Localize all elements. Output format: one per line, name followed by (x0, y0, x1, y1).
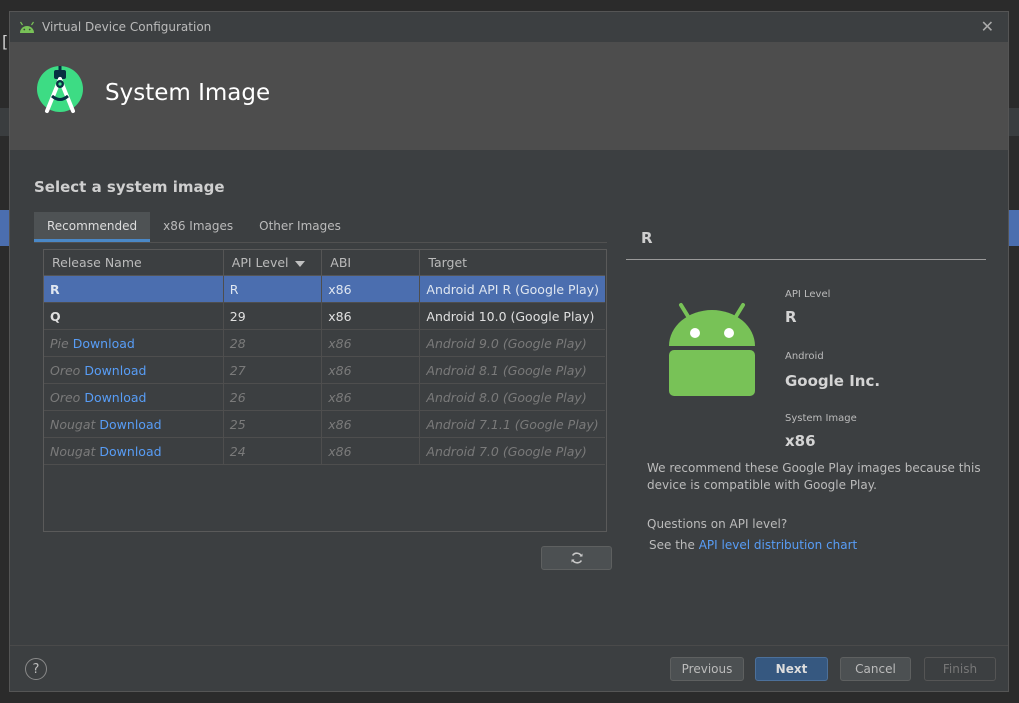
next-button[interactable]: Next (755, 657, 828, 681)
target-cell: Android 9.0 (Google Play) (419, 329, 605, 357)
android-head-icon (20, 21, 34, 33)
abi-cell: x86 (321, 275, 421, 303)
release-name-cell: Nougat Download (44, 437, 224, 465)
abi-cell: x86 (321, 437, 421, 465)
release-name-cell: Oreo Download (44, 356, 224, 384)
abi-cell: x86 (321, 302, 421, 330)
api-chart-line: See the API level distribution chart (649, 538, 857, 552)
image-tabs: Recommended x86 Images Other Images (34, 212, 354, 242)
release-name-cell: Nougat Download (44, 410, 224, 438)
api-level-cell: 25 (223, 410, 323, 438)
api-level-label: API Level (785, 289, 831, 300)
column-header-target[interactable]: Target (419, 250, 605, 276)
target-cell: Android 8.1 (Google Play) (419, 356, 605, 384)
target-cell: Android 7.0 (Google Play) (419, 437, 605, 465)
api-distribution-chart-link[interactable]: API level distribution chart (699, 538, 858, 552)
target-cell: Android 10.0 (Google Play) (419, 302, 605, 330)
download-link[interactable]: Download (73, 336, 135, 351)
table-row[interactable]: R R x86 Android API R (Google Play) (44, 275, 605, 303)
system-image-table[interactable]: Release Name API Level ABI Target R R x8… (43, 249, 607, 532)
refresh-icon (571, 552, 582, 564)
tab-divider (34, 242, 607, 243)
api-level-cell: 26 (223, 383, 323, 411)
api-level-cell: 28 (223, 329, 323, 357)
background-ide-selection (1009, 210, 1019, 246)
tab-recommended[interactable]: Recommended (34, 212, 151, 242)
api-question-label: Questions on API level? (647, 517, 788, 531)
tab-x86-images[interactable]: x86 Images (150, 212, 246, 240)
api-level-cell: R (223, 275, 323, 303)
help-button[interactable]: ? (25, 658, 47, 680)
title-bar[interactable]: Virtual Device Configuration ✕ (10, 12, 1008, 42)
abi-cell: x86 (321, 383, 421, 411)
abi-cell: x86 (321, 356, 421, 384)
api-level-cell: 29 (223, 302, 323, 330)
vendor-label: Android (785, 351, 824, 362)
android-studio-logo-icon (37, 66, 83, 113)
table-header-row: Release Name API Level ABI Target (44, 250, 605, 276)
api-level-cell: 27 (223, 356, 323, 384)
download-link[interactable]: Download (84, 363, 146, 378)
table-row[interactable]: Nougat Download 25 x86 Android 7.1.1 (Go… (44, 410, 605, 438)
abi-cell: x86 (321, 329, 421, 357)
api-level-value: R (785, 308, 797, 326)
release-name-cell: Pie Download (44, 329, 224, 357)
vendor-value: Google Inc. (785, 372, 881, 390)
recommendation-text: We recommend these Google Play images be… (647, 461, 981, 492)
target-cell: Android 7.1.1 (Google Play) (419, 410, 605, 438)
download-link[interactable]: Download (84, 390, 146, 405)
column-header-abi[interactable]: ABI (321, 250, 421, 276)
table-row[interactable]: Oreo Download 26 x86 Android 8.0 (Google… (44, 383, 605, 411)
system-image-value: x86 (785, 432, 816, 450)
close-icon[interactable]: ✕ (981, 17, 994, 36)
table-row[interactable]: Q 29 x86 Android 10.0 (Google Play) (44, 302, 605, 330)
previous-button[interactable]: Previous (670, 657, 744, 681)
android-robot-icon (669, 303, 755, 396)
background-ide-bar (1009, 108, 1019, 136)
release-name-cell: Q (44, 302, 224, 330)
section-title: Select a system image (34, 178, 225, 196)
see-the-text: See the (649, 538, 699, 552)
finish-button: Finish (924, 657, 996, 681)
sort-descending-icon (294, 260, 305, 267)
column-header-release-name[interactable]: Release Name (44, 250, 224, 276)
table-row[interactable]: Oreo Download 27 x86 Android 8.1 (Google… (44, 356, 605, 384)
detail-divider (626, 259, 986, 260)
wizard-header: System Image (10, 42, 1008, 150)
abi-cell: x86 (321, 410, 421, 438)
target-cell: Android API R (Google Play) (419, 275, 605, 303)
window-title: Virtual Device Configuration (42, 20, 212, 34)
background-ide-fragment: [ (2, 32, 9, 51)
download-link[interactable]: Download (99, 417, 161, 432)
column-header-api-level[interactable]: API Level (223, 250, 323, 276)
table-row[interactable]: Nougat Download 24 x86 Android 7.0 (Goog… (44, 437, 605, 465)
release-name-cell: R (44, 275, 224, 303)
download-link[interactable]: Download (99, 444, 161, 459)
virtual-device-configuration-dialog: Virtual Device Configuration ✕ System Im… (9, 11, 1009, 692)
footer-divider (10, 645, 1008, 646)
system-image-label: System Image (785, 413, 857, 424)
refresh-button[interactable] (541, 546, 612, 570)
cancel-button[interactable]: Cancel (840, 657, 911, 681)
tab-other-images[interactable]: Other Images (246, 212, 354, 240)
release-name-cell: Oreo Download (44, 383, 224, 411)
detail-heading: R (641, 229, 653, 247)
table-row[interactable]: Pie Download 28 x86 Android 9.0 (Google … (44, 329, 605, 357)
target-cell: Android 8.0 (Google Play) (419, 383, 605, 411)
api-level-cell: 24 (223, 437, 323, 465)
page-title: System Image (105, 80, 271, 106)
